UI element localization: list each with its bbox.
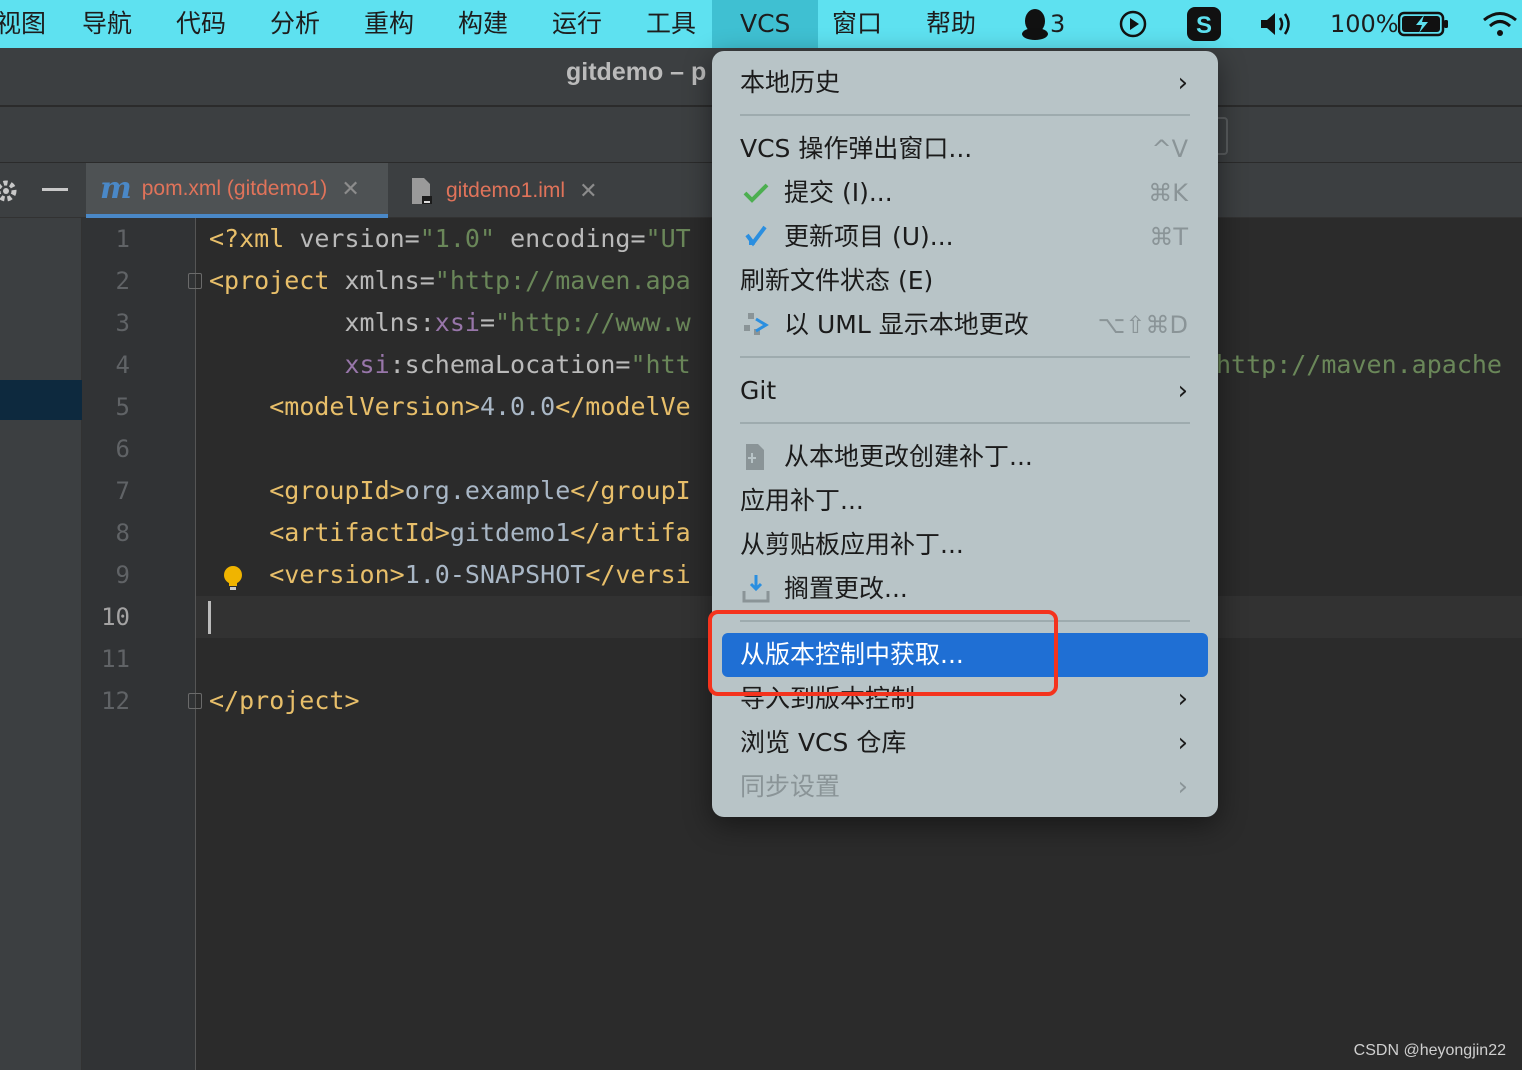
gear-icon[interactable] — [0, 179, 18, 203]
menu-separator — [740, 422, 1190, 424]
line-number: 8 — [115, 519, 130, 547]
project-panel[interactable] — [0, 218, 82, 1070]
menu-navigate[interactable]: 导航 — [82, 0, 132, 48]
shortcut: ⌘T — [1149, 223, 1188, 251]
module-file-icon — [412, 177, 432, 204]
checkmark-icon — [743, 183, 769, 203]
code-line-4-tail: http://maven.apache — [1216, 350, 1502, 379]
line-number: 11 — [101, 645, 130, 673]
volume-icon[interactable] — [1258, 0, 1298, 48]
menu-tools[interactable]: 工具 — [646, 0, 696, 48]
chevron-right-icon: › — [1177, 772, 1188, 802]
patch-file-icon — [746, 444, 764, 470]
qq-tray[interactable]: 3 — [1020, 0, 1065, 48]
tab-label: pom.xml (gitdemo1) — [141, 176, 328, 200]
line-number: 1 — [115, 225, 130, 253]
fold-marker[interactable] — [188, 693, 202, 709]
menu-item-shelve[interactable]: 搁置更改... — [712, 567, 1218, 611]
chevron-right-icon: › — [1177, 68, 1188, 98]
shortcut: ⌘K — [1148, 179, 1188, 207]
close-icon[interactable]: ✕ — [341, 176, 359, 202]
shortcut: ⌥⇧⌘D — [1097, 311, 1188, 339]
menu-item-update-project[interactable]: 更新项目 (U)... ⌘T — [712, 215, 1218, 259]
line-number: 9 — [115, 561, 130, 589]
code-line-9: <version>1.0-SNAPSHOT</versi — [269, 560, 691, 589]
tab-gitdemo1-iml[interactable]: gitdemo1.iml ✕ — [404, 163, 618, 218]
macos-menu-bar: 视图 导航 代码 分析 重构 构建 运行 工具 VCS 窗口 帮助 3 S 10… — [0, 0, 1522, 48]
wifi-icon[interactable] — [1482, 0, 1518, 48]
play-circle-icon[interactable] — [1118, 0, 1148, 48]
menu-item-browse-vcs[interactable]: 浏览 VCS 仓库 › — [712, 721, 1218, 765]
menu-item-create-patch[interactable]: 从本地更改创建补丁... — [712, 435, 1218, 479]
watermark: CSDN @heyongjin22 — [1353, 1042, 1506, 1059]
code-line-1: <?xml version="1.0" encoding="UT — [209, 224, 691, 253]
code-line-8: <artifactId>gitdemo1</artifa — [269, 518, 691, 547]
code-line-7: <groupId>org.example</groupI — [269, 476, 691, 505]
code-line-12: </project> — [209, 686, 360, 715]
uml-diagram-icon — [744, 313, 769, 335]
battery-charging-icon[interactable] — [1398, 0, 1450, 48]
tab-pom-xml[interactable]: m pom.xml (gitdemo1) ✕ — [86, 163, 388, 218]
maven-m-icon: m — [100, 171, 132, 206]
fold-marker[interactable] — [188, 273, 202, 289]
svg-text:S: S — [1196, 12, 1212, 39]
chevron-right-icon: › — [1177, 376, 1188, 406]
line-number: 6 — [115, 435, 130, 463]
minimize-icon[interactable] — [42, 188, 68, 192]
menu-window[interactable]: 窗口 — [832, 0, 882, 48]
code-line-5: <modelVersion>4.0.0</modelVe — [269, 392, 691, 421]
menu-run[interactable]: 运行 — [552, 0, 602, 48]
menu-item-git[interactable]: Git › — [712, 369, 1218, 413]
menu-item-sync-settings: 同步设置 › — [712, 765, 1218, 809]
menu-item-apply-patch-clipboard[interactable]: 从剪贴板应用补丁... — [712, 523, 1218, 567]
menu-item-apply-patch[interactable]: 应用补丁... — [712, 479, 1218, 523]
line-number: 2 — [115, 267, 130, 295]
line-number-current: 10 — [101, 603, 130, 631]
close-icon[interactable]: ✕ — [579, 178, 597, 204]
code-line-4: xsi:schemaLocation="htt — [344, 350, 691, 379]
shortcut: ^V — [1151, 135, 1188, 163]
menu-build[interactable]: 构建 — [458, 0, 508, 48]
selected-tree-row[interactable] — [0, 380, 82, 420]
line-number: 3 — [115, 309, 130, 337]
qq-penguin-icon — [1022, 9, 1048, 40]
qq-count: 3 — [1050, 10, 1066, 38]
code-line-3: xmlns:xsi="http://www.w — [344, 308, 691, 337]
line-number: 7 — [115, 477, 130, 505]
line-number: 12 — [101, 687, 130, 715]
battery-percent: 100% — [1330, 10, 1399, 38]
code-line-2: <project xmlns="http://maven.apa — [209, 266, 691, 295]
menu-analyze[interactable]: 分析 — [270, 0, 320, 48]
line-number: 4 — [115, 351, 130, 379]
menu-separator — [740, 114, 1190, 116]
window-title: gitdemo – p — [566, 58, 707, 86]
menu-code[interactable]: 代码 — [176, 0, 226, 48]
menu-view[interactable]: 视图 — [0, 0, 46, 48]
menu-item-show-uml[interactable]: 以 UML 显示本地更改 ⌥⇧⌘D — [712, 303, 1218, 347]
menu-item-vcs-popup[interactable]: VCS 操作弹出窗口... ^V — [712, 127, 1218, 171]
chevron-right-icon: › — [1177, 684, 1188, 714]
menu-item-refresh-status[interactable]: 刷新文件状态 (E) — [712, 259, 1218, 303]
text-caret — [208, 601, 211, 634]
menu-vcs[interactable]: VCS — [712, 0, 819, 48]
menu-help[interactable]: 帮助 — [926, 0, 976, 48]
sogou-input-icon[interactable]: S — [1186, 0, 1222, 48]
menu-separator — [740, 356, 1190, 358]
tab-label: gitdemo1.iml — [446, 178, 566, 202]
shelve-icon — [742, 575, 770, 603]
line-number: 5 — [115, 393, 130, 421]
menu-item-commit[interactable]: 提交 (I)... ⌘K — [712, 171, 1218, 215]
chevron-right-icon: › — [1177, 728, 1188, 758]
update-arrow-icon — [745, 225, 767, 247]
menu-refactor[interactable]: 重构 — [364, 0, 414, 48]
vcs-dropdown-menu: 本地历史 › VCS 操作弹出窗口... ^V 提交 (I)... ⌘K 更新项… — [712, 51, 1218, 817]
menu-item-local-history[interactable]: 本地历史 › — [712, 61, 1218, 105]
annotation-highlight-box — [708, 610, 1058, 696]
lightbulb-icon[interactable] — [222, 565, 244, 591]
